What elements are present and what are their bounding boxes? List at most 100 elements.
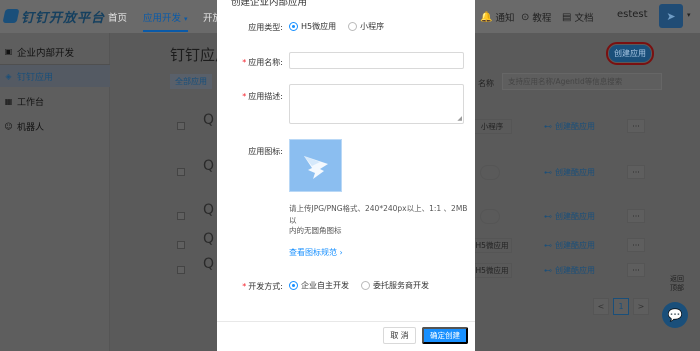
dingtalk-wing-icon: [304, 156, 328, 179]
notification-label: 通知: [495, 13, 515, 24]
required-mark: *: [242, 282, 247, 291]
link-icon: ⊷: [544, 168, 552, 177]
app-type-radio-group: H5微应用 小程序: [289, 21, 392, 32]
more-button[interactable]: ···: [627, 238, 645, 252]
radio-outsource-develop[interactable]: 委托服务商开发: [361, 280, 429, 291]
tutorial-link[interactable]: ⊙ 教程: [521, 10, 552, 25]
sidebar-header[interactable]: ▣ 企业内部开发: [0, 39, 110, 65]
nav-app-dev-label: 应用开发: [143, 13, 182, 24]
create-cool-app-link[interactable]: ⊷ 创建酷应用: [544, 121, 595, 132]
back-to-top-button[interactable]: 返回 顶部: [667, 275, 687, 293]
next-page-button[interactable]: >: [633, 298, 649, 315]
row-checkbox[interactable]: [177, 122, 185, 130]
app-desc-textarea[interactable]: ◢: [289, 84, 464, 124]
avatar[interactable]: ➤: [659, 4, 683, 28]
more-button[interactable]: ···: [627, 119, 645, 133]
docs-label: 文档: [574, 13, 594, 24]
app-name-input[interactable]: [289, 52, 464, 69]
icon-hint-line2: 内的无圆角图标: [289, 226, 342, 235]
app-desc-label: * 应用描述:: [217, 91, 283, 102]
sidebar-item-dingtalk-apps[interactable]: ◈ 钉钉应用: [0, 65, 110, 87]
bell-icon: 🔔: [480, 11, 493, 23]
row-checkbox[interactable]: [177, 241, 185, 249]
platform-logo[interactable]: 钉钉开放平台: [2, 6, 105, 26]
notification-link[interactable]: 🔔 通知: [480, 10, 515, 25]
icon-spec-link[interactable]: 查看图标规范 ›: [289, 247, 343, 258]
tab-all-apps[interactable]: 全部应用: [170, 74, 212, 89]
cancel-button[interactable]: 取 消: [383, 327, 416, 344]
dingtalk-logo-icon: [2, 9, 20, 23]
chat-bubble-icon: 💬: [667, 308, 683, 322]
docs-link[interactable]: ▤ 文档: [562, 10, 594, 25]
nav-app-dev[interactable]: 应用开发 ▾: [143, 10, 188, 32]
radio-unselected-icon: [348, 22, 358, 31]
page-number[interactable]: 1: [613, 298, 629, 315]
dev-mode-label-text: 开发方式:: [248, 282, 283, 291]
robot-icon: ☺: [4, 121, 13, 131]
help-chat-button[interactable]: 💬: [662, 302, 688, 328]
help-circle-icon: ⊙: [521, 11, 530, 23]
icon-spec-link-label: 查看图标规范: [289, 248, 337, 257]
create-cool-app-link[interactable]: ⊷ 创建酷应用: [544, 167, 595, 178]
sidebar: ▣ 企业内部开发 ◈ 钉钉应用 ▦ 工作台 ☺ 机器人: [0, 33, 110, 351]
row-checkbox[interactable]: [177, 168, 185, 176]
create-app-button[interactable]: 创建应用: [606, 42, 654, 65]
chevron-down-icon[interactable]: ▾: [687, 11, 691, 19]
link-icon: ⊷: [544, 241, 552, 250]
radio-self-develop[interactable]: 企业自主开发: [289, 280, 349, 291]
confirm-create-button[interactable]: 确定创建: [422, 327, 468, 344]
sidebar-item-robot[interactable]: ☺ 机器人: [0, 115, 110, 137]
chevron-down-icon: ▾: [184, 15, 188, 23]
app-type-badge: H5微应用: [472, 263, 512, 278]
create-app-modal: 创建企业内部应用 应用类型: H5微应用 小程序 * 应用名称: * 应用描述: ◢…: [217, 0, 475, 351]
radio-h5-app[interactable]: H5微应用: [289, 21, 336, 32]
app-icon-upload[interactable]: [289, 139, 342, 192]
user-name[interactable]: estest: [617, 9, 648, 20]
nav-home[interactable]: 首页: [108, 10, 127, 24]
tutorial-label: 教程: [532, 13, 552, 24]
app-name-label-text: 应用名称:: [248, 58, 283, 67]
document-icon: ▤: [562, 11, 572, 23]
dev-mode-radio-group: 企业自主开发 委托服务商开发: [289, 280, 437, 291]
app-name-label: * 应用名称:: [217, 57, 283, 68]
org-icon: ▣: [4, 47, 13, 56]
sidebar-item-label: 工作台: [17, 97, 45, 108]
pagination: < 1 >: [593, 298, 649, 315]
sidebar-header-label: 企业内部开发: [17, 47, 75, 59]
row-checkbox[interactable]: [177, 266, 185, 274]
modal-footer-divider: [217, 321, 475, 322]
radio-unselected-icon: [361, 281, 370, 290]
link-icon: ⊷: [544, 266, 552, 275]
resize-handle-icon[interactable]: ◢: [457, 115, 462, 122]
sidebar-item-label: 钉钉应用: [17, 72, 54, 83]
create-cool-app-label: 创建酷应用: [555, 122, 595, 131]
radio-label: H5微应用: [301, 22, 337, 31]
radio-mini-program[interactable]: 小程序: [348, 21, 384, 32]
app-type-badge: H5微应用: [472, 238, 512, 253]
create-cool-app-link[interactable]: ⊷ 创建酷应用: [544, 240, 595, 251]
sidebar-item-workbench[interactable]: ▦ 工作台: [0, 90, 110, 112]
create-cool-app-label: 创建酷应用: [555, 266, 595, 275]
row-checkbox[interactable]: [177, 212, 185, 220]
more-button[interactable]: ···: [627, 165, 645, 179]
radio-selected-icon: [289, 281, 298, 290]
radio-label: 企业自主开发: [301, 281, 349, 290]
more-button[interactable]: ···: [627, 209, 645, 223]
app-logo-icon: Q: [203, 231, 215, 247]
app-icon: ◈: [5, 71, 12, 81]
filter-label: 名称: [478, 79, 494, 88]
create-cool-app-label: 创建酷应用: [555, 241, 595, 250]
app-logo-icon: Q: [203, 202, 215, 218]
app-type-label: 应用类型:: [248, 23, 283, 32]
create-cool-app-label: 创建酷应用: [555, 212, 595, 221]
workbench-icon: ▦: [4, 96, 13, 106]
more-button[interactable]: ···: [627, 263, 645, 277]
create-cool-app-link[interactable]: ⊷ 创建酷应用: [544, 211, 595, 222]
app-type-badge: 小程序: [472, 119, 512, 134]
radio-label: 小程序: [360, 22, 385, 31]
prev-page-button[interactable]: <: [593, 298, 609, 315]
create-cool-app-label: 创建酷应用: [555, 168, 595, 177]
search-input[interactable]: 支持应用名称/AgentId等信息搜索: [502, 73, 662, 90]
app-logo-icon: Q: [203, 112, 215, 128]
create-cool-app-link[interactable]: ⊷ 创建酷应用: [544, 265, 595, 276]
